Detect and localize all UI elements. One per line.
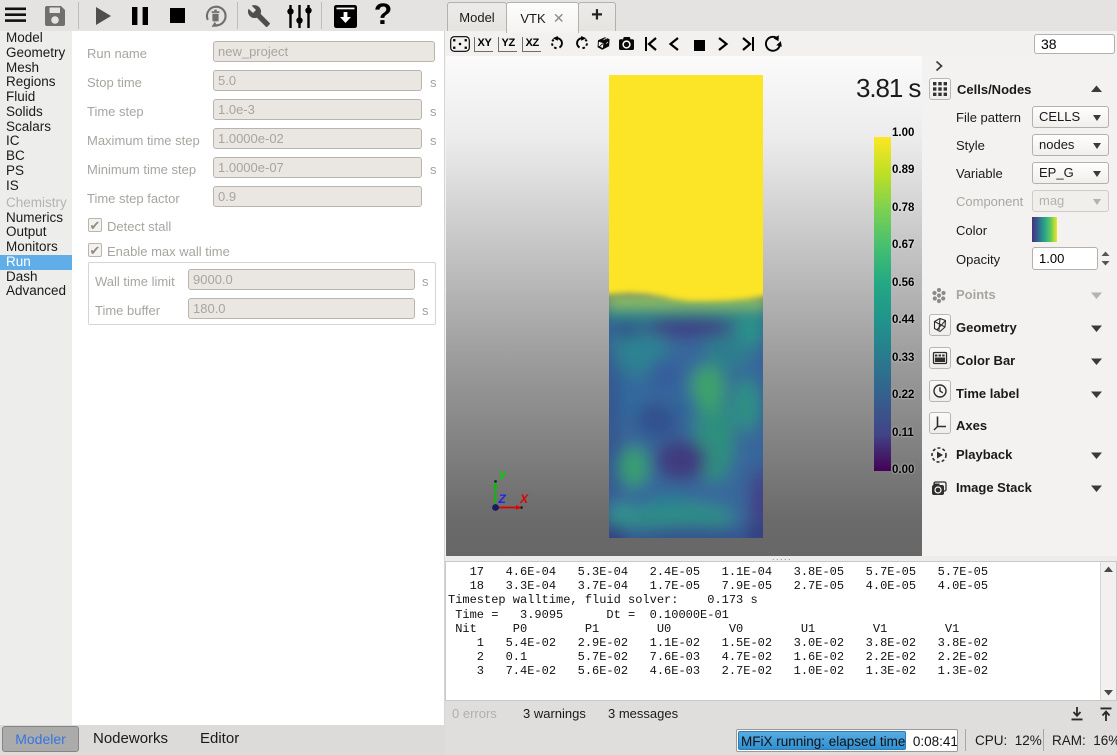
svg-text:X: X: [519, 492, 529, 506]
svg-text:Y: Y: [498, 469, 507, 483]
svg-text:Z: Z: [498, 492, 507, 506]
